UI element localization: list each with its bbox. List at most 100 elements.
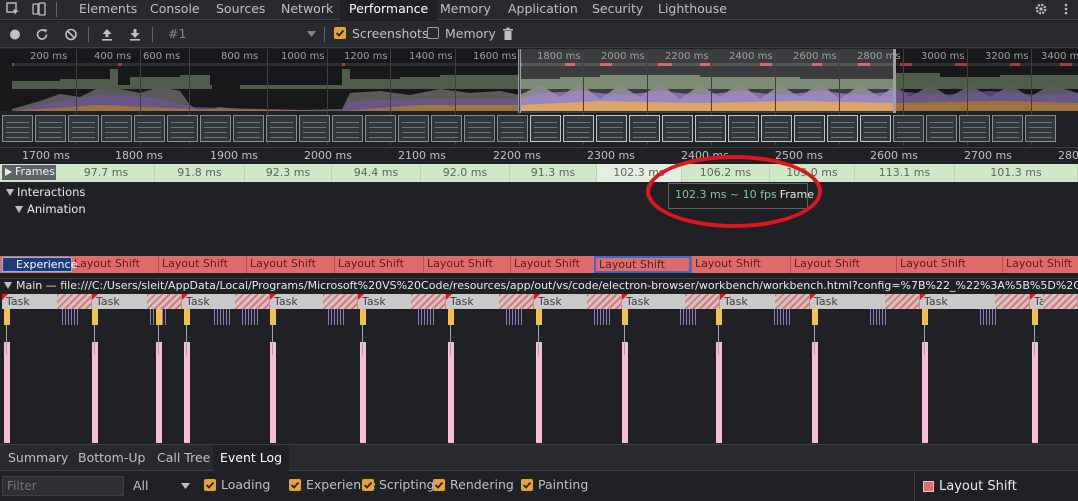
screenshot-thumbnail[interactable] bbox=[299, 115, 330, 142]
screenshot-thumbnail[interactable] bbox=[2, 115, 33, 142]
render-event-bar[interactable] bbox=[786, 309, 787, 325]
device-toolbar-icon[interactable] bbox=[32, 2, 46, 16]
experience-track-label[interactable]: Experience bbox=[2, 257, 77, 272]
screenshot-thumbnail[interactable] bbox=[959, 115, 990, 142]
screenshot-thumbnail[interactable] bbox=[695, 115, 726, 142]
nested-event-bar[interactable] bbox=[814, 325, 815, 355]
script-event-bar[interactable] bbox=[812, 309, 818, 325]
nested-event-bar[interactable] bbox=[362, 325, 363, 355]
script-event-bar[interactable] bbox=[270, 309, 276, 325]
category-checkbox[interactable] bbox=[362, 479, 374, 491]
script-event-bar[interactable] bbox=[622, 309, 628, 325]
render-event-bar[interactable] bbox=[989, 309, 990, 325]
render-event-bar[interactable] bbox=[214, 309, 215, 325]
screenshot-thumbnail[interactable] bbox=[596, 115, 627, 142]
paint-event-bar[interactable] bbox=[622, 342, 628, 443]
tab-sources[interactable]: Sources bbox=[207, 0, 274, 20]
task-block[interactable]: Task bbox=[92, 294, 182, 309]
render-event-bar[interactable] bbox=[885, 309, 886, 325]
tab-performance[interactable]: Performance bbox=[340, 0, 438, 20]
profile-select[interactable]: #1 bbox=[168, 26, 186, 41]
nested-event-bar[interactable] bbox=[186, 325, 187, 355]
layout-shift-event[interactable]: Layout Shift bbox=[158, 256, 246, 273]
script-event-bar[interactable] bbox=[536, 309, 542, 325]
experience-track[interactable]: Layout Shift Layout Shift Layout Shift Layo… bbox=[0, 256, 1078, 273]
frame-duration[interactable]: 94.4 ms bbox=[332, 164, 421, 182]
script-event-bar[interactable] bbox=[448, 309, 454, 325]
script-event-bar[interactable] bbox=[716, 309, 722, 325]
layout-shift-event[interactable]: Layout Shift bbox=[246, 256, 334, 273]
screenshot-thumbnail[interactable] bbox=[68, 115, 99, 142]
script-event-bar[interactable] bbox=[4, 309, 10, 325]
category-checkbox[interactable] bbox=[433, 479, 445, 491]
paint-event-bar[interactable] bbox=[716, 342, 722, 443]
render-event-bar[interactable] bbox=[686, 309, 687, 325]
render-event-bar[interactable] bbox=[430, 309, 431, 325]
render-event-bar[interactable] bbox=[242, 309, 243, 325]
render-event-bar[interactable] bbox=[597, 309, 598, 325]
render-event-bar[interactable] bbox=[692, 309, 693, 325]
render-event-bar[interactable] bbox=[873, 309, 874, 325]
render-event-bar[interactable] bbox=[424, 309, 425, 325]
render-event-bar[interactable] bbox=[328, 309, 329, 325]
screenshots-checkbox[interactable] bbox=[334, 27, 346, 39]
animation-track-label[interactable]: Animation bbox=[27, 202, 86, 216]
render-event-bar[interactable] bbox=[777, 309, 778, 325]
category-checkbox[interactable] bbox=[204, 479, 216, 491]
screenshot-thumbnail[interactable] bbox=[827, 115, 858, 142]
render-event-bar[interactable] bbox=[600, 309, 601, 325]
script-event-bar[interactable] bbox=[922, 309, 928, 325]
screenshot-thumbnail[interactable] bbox=[629, 115, 660, 142]
screenshot-thumbnail[interactable] bbox=[200, 115, 231, 142]
render-event-bar[interactable] bbox=[433, 309, 434, 325]
render-event-bar[interactable] bbox=[515, 309, 516, 325]
screenshot-thumbnail[interactable] bbox=[761, 115, 792, 142]
script-event-bar[interactable] bbox=[1032, 309, 1038, 325]
paint-event-bar[interactable] bbox=[270, 342, 276, 443]
render-event-bar[interactable] bbox=[774, 309, 775, 325]
tab-event-log[interactable]: Event Log bbox=[213, 445, 290, 471]
screenshot-thumbnail[interactable] bbox=[332, 115, 363, 142]
filter-input[interactable] bbox=[2, 476, 124, 496]
screenshot-thumbnail[interactable] bbox=[35, 115, 66, 142]
screenshot-thumbnail[interactable] bbox=[167, 115, 198, 142]
nested-event-bar[interactable] bbox=[718, 325, 719, 355]
frames-track-label[interactable]: Frames bbox=[2, 165, 56, 180]
download-icon[interactable] bbox=[128, 26, 142, 43]
render-event-bar[interactable] bbox=[427, 309, 428, 325]
render-event-bar[interactable] bbox=[229, 309, 230, 325]
tab-bottom-up[interactable]: Bottom-Up bbox=[71, 445, 152, 471]
nested-event-bar[interactable] bbox=[538, 325, 539, 355]
task-block[interactable]: Task bbox=[622, 294, 720, 309]
upload-icon[interactable] bbox=[100, 26, 114, 43]
paint-event-bar[interactable] bbox=[4, 342, 10, 443]
render-event-bar[interactable] bbox=[980, 309, 981, 325]
screenshot-thumbnail[interactable] bbox=[662, 115, 693, 142]
tab-memory[interactable]: Memory bbox=[431, 0, 500, 20]
layout-shift-event[interactable]: Layout Shift bbox=[691, 256, 790, 273]
task-block[interactable]: Task bbox=[534, 294, 622, 309]
frames-track[interactable]: Frames 97.7 ms 91.8 ms 92.3 ms 94.4 ms 92.0 … bbox=[0, 164, 1078, 182]
render-event-bar[interactable] bbox=[879, 309, 880, 325]
gear-icon[interactable] bbox=[1034, 2, 1048, 16]
duration-select[interactable]: All bbox=[133, 478, 149, 493]
frame-duration[interactable]: 113.1 ms bbox=[855, 164, 955, 182]
category-checkbox[interactable] bbox=[289, 479, 301, 491]
category-checkbox[interactable] bbox=[521, 479, 533, 491]
task-block[interactable]: Task bbox=[720, 294, 810, 309]
screenshot-thumbnail[interactable] bbox=[266, 115, 297, 142]
screenshot-thumbnail[interactable] bbox=[497, 115, 528, 142]
inspect-element-icon[interactable] bbox=[6, 2, 20, 16]
frame-duration[interactable]: 101.3 ms bbox=[955, 164, 1078, 182]
render-event-bar[interactable] bbox=[150, 309, 151, 325]
screenshot-thumbnail[interactable] bbox=[1025, 115, 1056, 142]
render-event-bar[interactable] bbox=[62, 309, 63, 325]
render-event-bar[interactable] bbox=[251, 309, 252, 325]
tab-elements[interactable]: Elements bbox=[70, 0, 146, 20]
render-event-bar[interactable] bbox=[245, 309, 246, 325]
render-event-bar[interactable] bbox=[340, 309, 341, 325]
screenshot-thumbnail[interactable] bbox=[464, 115, 495, 142]
render-event-bar[interactable] bbox=[421, 309, 422, 325]
render-event-bar[interactable] bbox=[609, 309, 610, 325]
task-block[interactable]: Task bbox=[358, 294, 446, 309]
